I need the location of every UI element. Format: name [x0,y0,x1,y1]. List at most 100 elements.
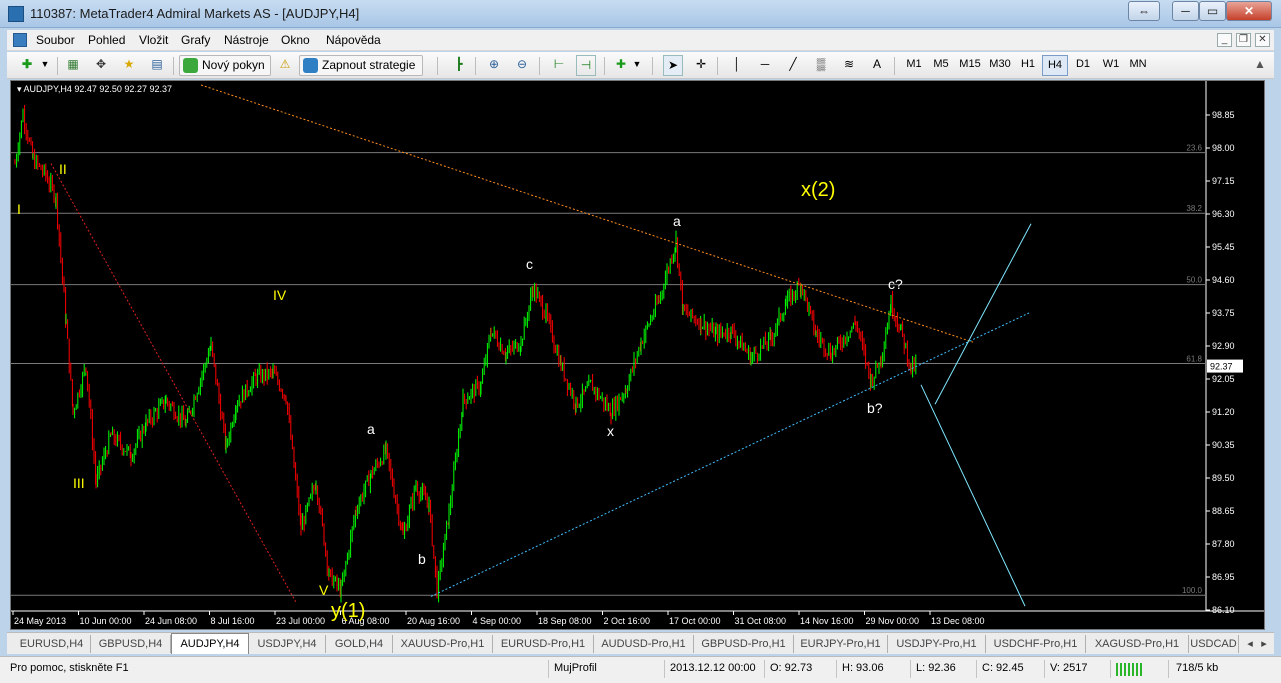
status-traffic: 718/5 kb [1176,662,1219,674]
date-label: 31 Oct 08:00 [735,616,787,626]
timeframe-h4[interactable]: H4 [1042,55,1068,76]
date-label: 17 Oct 00:00 [669,616,721,626]
close-button[interactable]: ✕ [1226,1,1272,21]
status-datetime: 2013.12.12 00:00 [670,662,756,674]
terminal-icon[interactable]: ▤ [147,55,167,76]
mdi-close-button[interactable]: ✕ [1255,33,1270,47]
maximize-button[interactable]: ▭ [1199,1,1226,21]
dropdown-arrow-icon[interactable]: ▼ [35,55,55,76]
tab-audusd-pro-h1[interactable]: AUDUSD-Pro,H1 [594,635,694,653]
new-order-button[interactable]: Nový pokyn [179,55,271,76]
timeframe-h1[interactable]: H1 [1015,55,1041,76]
fibo-level-label: 38.2 [1186,204,1202,213]
date-label: 23 Jul 00:00 [276,616,325,626]
price-chart[interactable]: 98.85 98.00 97.15 96.30 95.45 94.60 93.75 92.90… [10,80,1265,630]
horizontal-line-icon[interactable]: ─ [755,55,775,76]
price-label: 93.75 [1212,308,1235,318]
wave-label: a [673,213,681,229]
status-bar: Pro pomoc, stiskněte F1 MujProfil 2013.1… [0,656,1281,683]
tab-eurusd-pro-h1[interactable]: EURUSD-Pro,H1 [493,635,594,653]
tab-usdjpy-h4[interactable]: USDJPY,H4 [249,635,326,653]
vertical-line-icon[interactable]: │ [727,55,747,76]
tabs-scroll-left-icon[interactable]: ◂ [1243,635,1257,653]
autotrading-icon [303,58,318,73]
chart-canvas[interactable]: 98.85 98.00 97.15 96.30 95.45 94.60 93.75 92.90… [11,81,1265,630]
chart-shift-icon[interactable]: ⊢ [549,55,569,76]
date-label: 4 Sep 00:00 [473,616,522,626]
menu-pohled[interactable]: Pohled [88,33,125,47]
bar-chart-icon[interactable]: ┣ [449,55,469,76]
trendline-icon[interactable]: ╱ [783,55,803,76]
menu-nastroje[interactable]: Nástroje [224,33,269,47]
wave-label: I [17,201,21,217]
menu-vlozit[interactable]: Vložit [139,33,168,47]
price-label: 91.20 [1212,407,1235,417]
price-label: 89.50 [1212,473,1235,483]
crosshair-icon[interactable]: ✛ [691,55,711,76]
tab-xauusd-pro-h1[interactable]: XAUUSD-Pro,H1 [393,635,493,653]
date-label: 24 May 2013 [14,616,66,626]
tabs-scroll-right-icon[interactable]: ▸ [1257,635,1271,653]
timeframe-m1[interactable]: M1 [901,55,927,76]
new-chart-icon[interactable]: ✚ [17,55,37,76]
chart-header-text: AUDJPY,H4 92.47 92.50 92.27 92.37 [23,84,172,94]
fibo-level-label: 23.6 [1186,144,1202,153]
connection-status-icon [1116,663,1142,676]
timeframe-m5[interactable]: M5 [928,55,954,76]
tab-gbpusd-pro-h1[interactable]: GBPUSD-Pro,H1 [694,635,794,653]
price-label: 87.80 [1212,539,1235,549]
wave-label: a [367,421,375,437]
market-watch-icon[interactable]: ▦ [63,55,83,76]
wave-label: c? [888,276,903,292]
menu-soubor[interactable]: Soubor [36,33,75,47]
menu-grafy[interactable]: Grafy [181,33,210,47]
favorites-icon[interactable]: ★ [119,55,139,76]
zoom-in-icon[interactable]: ⊕ [484,55,504,76]
wave-label: y(1) [331,600,365,622]
timeframe-w1[interactable]: W1 [1098,55,1124,76]
menu-napoveda[interactable]: Nápověda [326,33,381,47]
tab-xagusd-pro-h1[interactable]: XAGUSD-Pro,H1 [1086,635,1189,653]
mdi-minimize-button[interactable]: _ [1217,33,1232,47]
text-tool-icon[interactable]: A [867,55,887,76]
chart-tabs: EURUSD,H4 GBPUSD,H4 AUDJPY,H4 USDJPY,H4 … [7,632,1274,654]
tab-gbpusd-h4[interactable]: GBPUSD,H4 [91,635,171,653]
timeframe-m30[interactable]: M30 [985,55,1015,76]
cursor-icon[interactable]: ➤ [663,55,683,76]
mdi-restore-button[interactable]: ❐ [1236,33,1251,47]
fibonacci-icon[interactable]: ≋ [839,55,859,76]
autotrading-button[interactable]: Zapnout strategie [299,55,423,76]
wave-label: III [73,475,85,491]
date-label: 8 Jul 16:00 [211,616,255,626]
price-label: 88.65 [1212,506,1235,516]
menu-okno[interactable]: Okno [281,33,310,47]
tab-usdchf-pro-h1[interactable]: USDCHF-Pro,H1 [986,635,1086,653]
app-icon [8,6,24,22]
toolbar: ✚ ▼ ▦ ✥ ★ ▤ Nový pokyn ⚠ Zapnout strateg… [7,52,1274,79]
status-open: O: 92.73 [770,662,813,674]
tab-usdcad[interactable]: USDCAD [1189,635,1239,653]
wave-label: IV [273,287,287,303]
navigator-icon[interactable]: ✥ [91,55,111,76]
tab-eurusd-h4[interactable]: EURUSD,H4 [13,635,91,653]
minimize-button[interactable]: ─ [1172,1,1199,21]
date-label: 13 Dec 08:00 [931,616,985,626]
tab-eurjpy-pro-h1[interactable]: EURJPY-Pro,H1 [794,635,888,653]
equidistant-channel-icon[interactable]: ▒ [811,55,831,76]
tab-audjpy-h4[interactable]: AUDJPY,H4 [171,633,249,654]
autoscroll-icon[interactable]: ⊣ [576,55,596,76]
resize-icon[interactable]: ⇔ [1128,1,1160,21]
price-label: 86.10 [1212,605,1235,615]
tab-gold-h4[interactable]: GOLD,H4 [326,635,393,653]
date-label: 29 Nov 00:00 [866,616,920,626]
timeframe-d1[interactable]: D1 [1070,55,1096,76]
timeframe-m15[interactable]: M15 [955,55,985,76]
tab-usdjpy-pro-h1[interactable]: USDJPY-Pro,H1 [888,635,986,653]
chart-window-icon[interactable] [13,33,27,47]
indicators-dropdown-icon[interactable]: ▼ [627,55,647,76]
alert-icon[interactable]: ⚠ [275,55,295,76]
timeframe-mn[interactable]: MN [1125,55,1151,76]
toolbar-overflow-icon[interactable]: ▲ [1250,55,1270,76]
zoom-out-icon[interactable]: ⊖ [512,55,532,76]
wave-label: x [607,423,614,439]
